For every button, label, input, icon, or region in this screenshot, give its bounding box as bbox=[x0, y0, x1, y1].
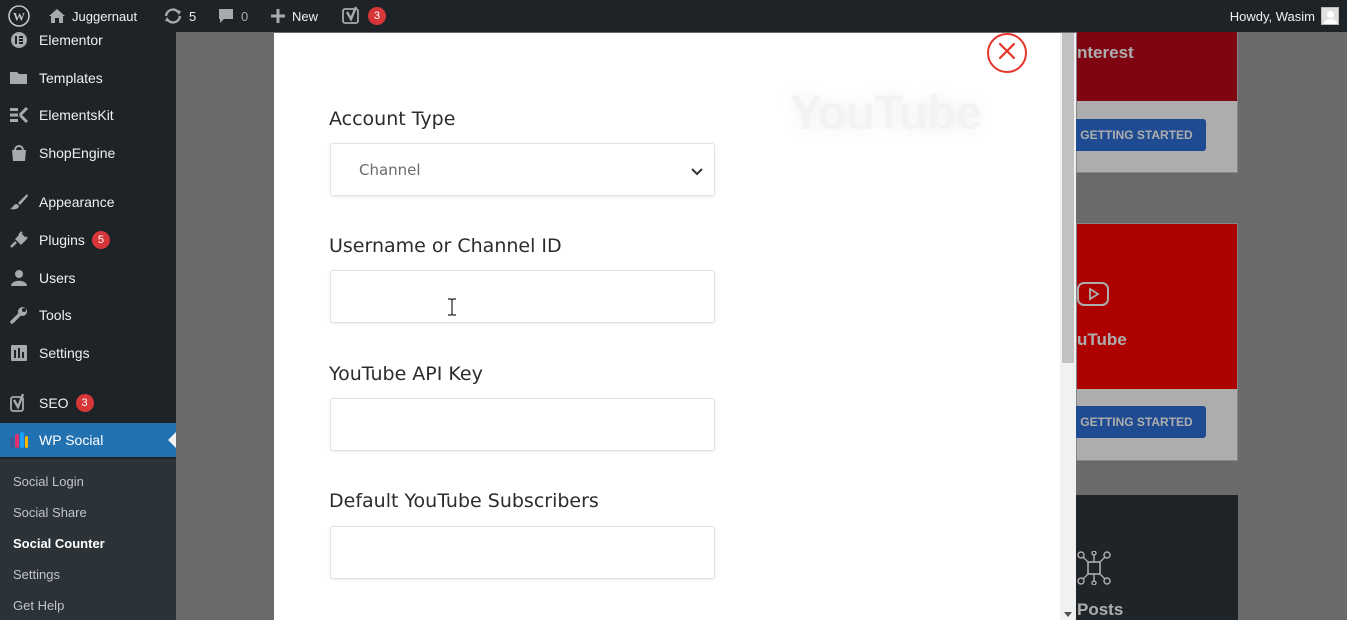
submenu-settings[interactable]: Settings bbox=[13, 567, 60, 582]
menu-label: ShopEngine bbox=[39, 145, 116, 161]
network-icon bbox=[1077, 550, 1111, 590]
wp-social-icon bbox=[9, 430, 29, 450]
seo-menu-link[interactable]: 3 bbox=[342, 0, 386, 32]
menu-label: SEO bbox=[39, 395, 69, 411]
menu-item-templates[interactable]: Templates bbox=[0, 61, 176, 95]
pinterest-getting-started-button[interactable]: GETTING STARTED bbox=[1067, 119, 1206, 151]
menu-label: ElementsKit bbox=[39, 107, 114, 123]
my-account-link[interactable]: Howdy, Wasim bbox=[1230, 0, 1339, 32]
submenu-social-counter[interactable]: Social Counter bbox=[13, 536, 105, 551]
posts-card-title: Posts bbox=[1077, 600, 1124, 619]
submenu-social-share[interactable]: Social Share bbox=[13, 505, 87, 520]
pinterest-card-title: nterest bbox=[1077, 43, 1134, 62]
account-type-label: Account Type bbox=[329, 108, 456, 130]
youtube-watermark: YouTube bbox=[790, 87, 982, 140]
updates-count: 5 bbox=[189, 8, 197, 24]
menu-item-shopengine[interactable]: ShopEngine bbox=[0, 136, 176, 170]
menu-label: WP Social bbox=[39, 432, 104, 448]
brush-icon bbox=[9, 192, 29, 212]
plugins-badge: 5 bbox=[91, 231, 110, 249]
menu-item-users[interactable]: Users bbox=[0, 261, 176, 295]
yoast-icon bbox=[342, 6, 362, 26]
admin-sidebar: Elementor Templates ElementsKit ShopEngi… bbox=[0, 32, 176, 620]
wp-social-submenu: Social Login Social Share Social Counter… bbox=[0, 459, 176, 620]
new-content-link[interactable]: New bbox=[270, 0, 318, 32]
close-modal-button[interactable] bbox=[987, 33, 1027, 73]
menu-label: Users bbox=[39, 270, 76, 286]
modal-scrollbar[interactable] bbox=[1060, 33, 1076, 620]
new-label: New bbox=[292, 8, 319, 24]
admin-bar: W Juggernaut 5 0 New 3 Howdy, Wasim bbox=[0, 0, 1347, 32]
menu-item-plugins[interactable]: Plugins 5 bbox=[0, 223, 176, 257]
svg-text:W: W bbox=[13, 10, 25, 24]
folder-icon bbox=[9, 68, 29, 88]
settings-icon bbox=[9, 343, 29, 363]
username-label: Username or Channel ID bbox=[329, 235, 562, 257]
menu-label: Tools bbox=[39, 307, 72, 323]
home-icon bbox=[48, 8, 66, 24]
comments-link[interactable]: 0 bbox=[217, 0, 248, 32]
menu-item-elementskit[interactable]: ElementsKit bbox=[0, 98, 176, 132]
close-icon bbox=[997, 41, 1017, 66]
posts-card-header: Posts bbox=[1077, 496, 1237, 620]
wrench-icon bbox=[9, 305, 29, 325]
menu-label: Appearance bbox=[39, 194, 115, 210]
updates-link[interactable]: 5 bbox=[163, 0, 196, 32]
youtube-getting-started-button[interactable]: GETTING STARTED bbox=[1067, 406, 1206, 438]
seo-badge: 3 bbox=[75, 394, 94, 412]
menu-label: Plugins bbox=[39, 232, 85, 248]
elementskit-icon bbox=[9, 105, 29, 125]
refresh-icon bbox=[163, 7, 183, 25]
plug-icon bbox=[9, 230, 29, 250]
plus-icon bbox=[270, 8, 286, 24]
scrollbar-thumb[interactable] bbox=[1062, 33, 1074, 363]
account-type-select[interactable]: Channel bbox=[330, 143, 715, 196]
posts-card: Posts bbox=[1076, 495, 1238, 620]
menu-item-tools[interactable]: Tools bbox=[0, 298, 176, 332]
menu-item-seo[interactable]: SEO 3 bbox=[0, 386, 176, 420]
text-cursor-icon bbox=[447, 298, 457, 321]
submenu-social-login[interactable]: Social Login bbox=[13, 474, 84, 489]
api-key-label: YouTube API Key bbox=[329, 363, 483, 385]
menu-label: Templates bbox=[39, 70, 103, 86]
user-icon bbox=[9, 268, 29, 288]
comments-count: 0 bbox=[241, 8, 249, 24]
yoast-icon bbox=[9, 393, 29, 413]
account-type-value: Channel bbox=[359, 161, 421, 179]
youtube-play-icon bbox=[1077, 282, 1109, 311]
default-subscribers-label: Default YouTube Subscribers bbox=[329, 490, 599, 512]
avatar bbox=[1321, 7, 1339, 25]
elementor-icon bbox=[9, 30, 29, 50]
username-input[interactable] bbox=[330, 270, 715, 323]
site-name: Juggernaut bbox=[72, 8, 138, 24]
menu-item-wp-social[interactable]: WP Social bbox=[0, 423, 176, 457]
scroll-down-arrow-icon[interactable] bbox=[1064, 612, 1072, 617]
youtube-card-header: uTube bbox=[1077, 224, 1237, 389]
seo-notification-badge: 3 bbox=[368, 7, 386, 25]
default-subscribers-input[interactable] bbox=[330, 526, 715, 579]
shopengine-icon bbox=[9, 143, 29, 163]
menu-item-appearance[interactable]: Appearance bbox=[0, 185, 176, 219]
site-name-link[interactable]: Juggernaut bbox=[48, 0, 137, 32]
menu-label: Elementor bbox=[39, 32, 103, 48]
howdy-text: Howdy, Wasim bbox=[1229, 8, 1315, 24]
menu-item-settings[interactable]: Settings bbox=[0, 336, 176, 370]
youtube-card: uTube GETTING STARTED bbox=[1067, 223, 1238, 461]
youtube-card-title: uTube bbox=[1077, 330, 1127, 349]
api-key-input[interactable] bbox=[330, 398, 715, 451]
wordpress-logo-icon[interactable]: W bbox=[8, 0, 30, 32]
submenu-get-help[interactable]: Get Help bbox=[13, 598, 64, 613]
menu-label: Settings bbox=[39, 345, 90, 361]
chevron-down-icon bbox=[690, 163, 704, 181]
comment-icon bbox=[217, 8, 235, 25]
